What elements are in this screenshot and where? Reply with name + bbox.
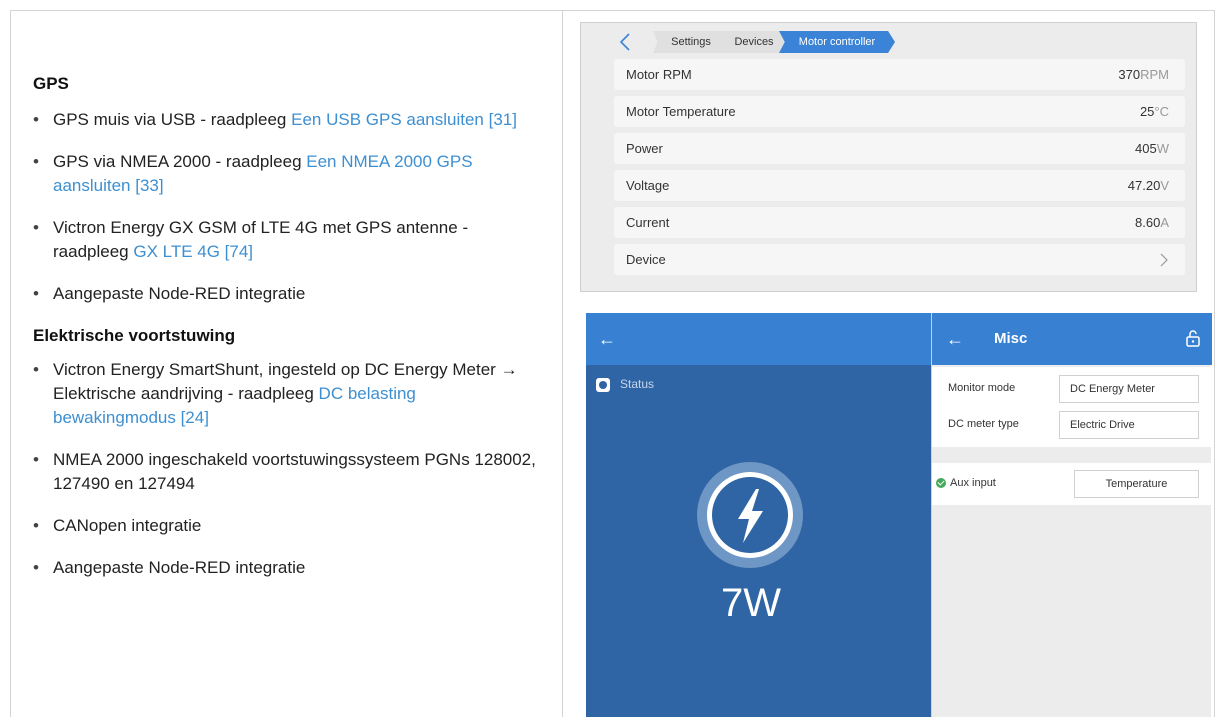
row-label: Motor Temperature <box>626 104 736 119</box>
bullet: • <box>33 516 39 535</box>
monitor-mode-row: Monitor mode DC Energy Meter <box>932 371 1211 407</box>
breadcrumb-motor-controller[interactable]: Motor controller <box>779 31 895 53</box>
status-icon <box>596 377 610 392</box>
list-item: • Victron Energy SmartShunt, ingesteld op… <box>33 360 518 427</box>
propulsion-heading: Elektrische voortstuwing <box>33 326 236 345</box>
link-usb-gps[interactable]: Een USB GPS aansluiten [31] <box>291 110 517 129</box>
row-value: 405W <box>1135 141 1169 156</box>
row-label: Voltage <box>626 178 670 193</box>
list-item: • Aangepaste Node-RED integratie <box>33 556 543 580</box>
bullet: • <box>33 284 39 303</box>
list-item: • NMEA 2000 ingeschakeld voortstuwingssys… <box>33 450 536 493</box>
lightning-bolt-icon <box>697 462 803 568</box>
overview-panel: ← Status 7W <box>586 313 931 717</box>
dc-meter-type-label: DC meter type <box>948 418 1019 430</box>
dc-meter-type-select[interactable]: Electric Drive <box>1059 411 1199 439</box>
table-border-right <box>1214 10 1215 717</box>
gps-heading: GPS <box>33 74 69 93</box>
row-value: 370RPM <box>1118 67 1169 82</box>
back-arrow-icon[interactable]: ← <box>946 330 964 348</box>
bullet: • <box>33 360 39 379</box>
propulsion-list: • Victron Energy SmartShunt, ingesteld op… <box>33 358 543 580</box>
table-border-top <box>10 10 1215 11</box>
row-power: Power 405W <box>614 133 1185 164</box>
motor-controller-screenshot: Settings Devices Motor controller Motor … <box>580 22 1197 292</box>
link-gx-lte[interactable]: GX LTE 4G [74] <box>133 242 253 261</box>
overview-header: ← <box>586 313 931 365</box>
row-label: Power <box>626 141 663 156</box>
monitor-mode-label: Monitor mode <box>948 382 1016 394</box>
form-section: Monitor mode DC Energy Meter DC meter ty… <box>932 367 1211 447</box>
aux-input-select[interactable]: Temperature <box>1074 470 1199 498</box>
table-border-left <box>10 10 11 717</box>
power-value: 7W <box>721 581 781 625</box>
aux-input-label: Aux input <box>936 477 996 489</box>
check-icon <box>936 478 946 489</box>
list-item: • GPS via NMEA 2000 - raadpleeg Een NMEA … <box>33 152 473 195</box>
row-value: 47.20V <box>1127 178 1169 193</box>
unlocked-padlock-icon[interactable] <box>1186 329 1200 347</box>
bullet: • <box>33 218 39 237</box>
row-current: Current 8.60A <box>614 207 1185 238</box>
row-device[interactable]: Device <box>614 244 1185 275</box>
row-motor-temperature: Motor Temperature 25°C <box>614 96 1185 127</box>
aux-section: Aux input Temperature <box>932 463 1211 505</box>
breadcrumb-devices[interactable]: Devices <box>721 31 787 53</box>
row-value: 25°C <box>1139 104 1169 119</box>
bullet: • <box>33 450 39 469</box>
bullet: • <box>33 110 39 129</box>
monitor-mode-select[interactable]: DC Energy Meter <box>1059 375 1199 403</box>
row-voltage: Voltage 47.20V <box>614 170 1185 201</box>
status-row: Status <box>596 377 654 392</box>
list-item: • Victron Energy GX GSM of LTE 4G met GPS… <box>33 218 469 261</box>
left-text-column: GPS • GPS muis via USB - raadpleeg Een US… <box>33 72 543 598</box>
gps-list: • GPS muis via USB - raadpleeg Een USB GP… <box>33 108 543 306</box>
misc-header: ← Misc <box>932 313 1212 365</box>
list-item: • Aangepaste Node-RED integratie <box>33 282 543 306</box>
row-label: Motor RPM <box>626 67 692 82</box>
aux-input-row: Aux input Temperature <box>932 466 1211 502</box>
chevron-left-icon[interactable] <box>615 31 637 53</box>
bullet: • <box>33 152 39 171</box>
back-arrow-icon[interactable]: ← <box>598 330 616 348</box>
misc-title: Misc <box>994 330 1028 347</box>
table-column-divider <box>562 10 563 717</box>
chevron-right-icon <box>1160 253 1168 267</box>
breadcrumb-settings[interactable]: Settings <box>653 31 729 53</box>
misc-panel: ← Misc Monitor mode DC Energy Meter DC m… <box>931 313 1212 717</box>
list-item: • CANopen integratie <box>33 514 543 538</box>
misc-screenshot: ← Status 7W ← Misc Monitor mode DC Energ <box>586 313 1212 717</box>
status-label: Status <box>620 377 655 391</box>
row-value: 8.60A <box>1135 215 1169 230</box>
row-label: Current <box>626 215 670 230</box>
row-motor-rpm: Motor RPM 370RPM <box>614 59 1185 90</box>
list-item: • GPS muis via USB - raadpleeg Een USB GP… <box>33 108 543 132</box>
bullet: • <box>33 558 39 577</box>
breadcrumb: Settings Devices Motor controller <box>581 23 1196 61</box>
dc-meter-type-row: DC meter type Electric Drive <box>932 407 1211 443</box>
row-label: Device <box>626 252 666 267</box>
